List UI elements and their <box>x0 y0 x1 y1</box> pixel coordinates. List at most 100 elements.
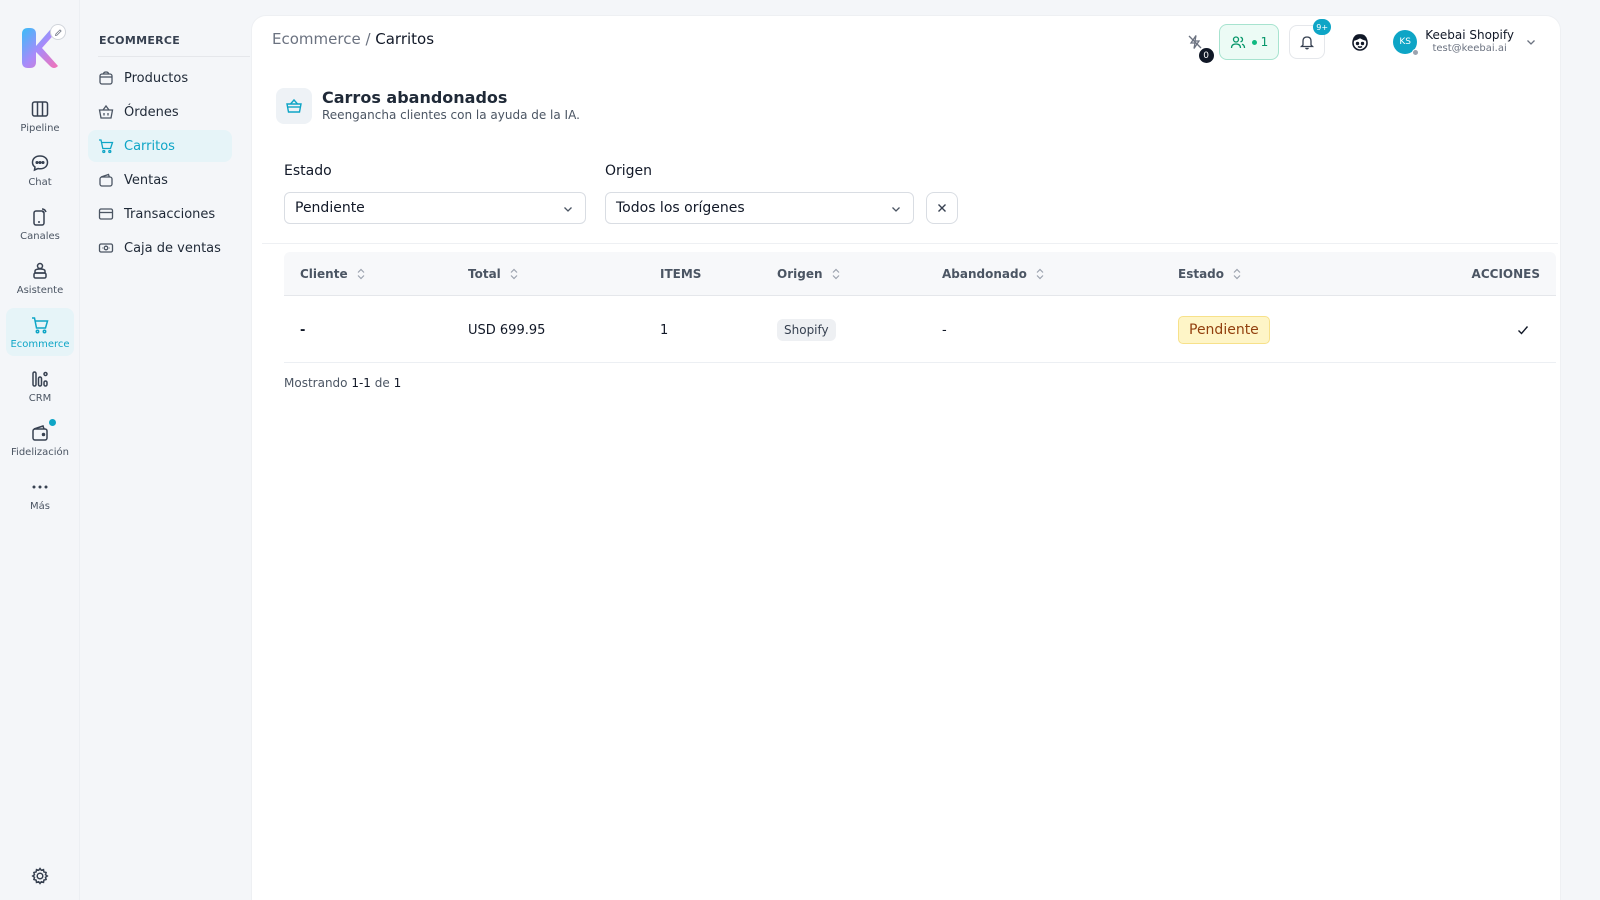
rail-item-canales[interactable]: Canales <box>6 200 74 248</box>
submenu-item-caja-de-ventas[interactable]: Caja de ventas <box>88 232 232 264</box>
rail-item-mas[interactable]: Más <box>6 470 74 518</box>
breadcrumb: Ecommerce / Carritos <box>272 30 434 48</box>
cell-items: 1 <box>660 322 669 338</box>
column-header-label: ACCIONES <box>1471 267 1540 281</box>
rail-item-fidelizacion[interactable]: Fidelización <box>6 416 74 464</box>
credit-card-icon <box>98 208 114 220</box>
rail-item-asistente[interactable]: Asistente <box>6 254 74 302</box>
table-header: Cliente Total ITEMS Origen Abandonado Es… <box>284 252 1556 296</box>
divider <box>98 56 250 57</box>
submenu-label: Carritos <box>124 138 175 154</box>
users-icon <box>1230 36 1245 49</box>
column-header-cliente[interactable]: Cliente <box>300 252 366 296</box>
rail-item-pipeline[interactable]: Pipeline <box>6 92 74 140</box>
column-header-label: Abandonado <box>942 267 1027 281</box>
wallet-icon <box>32 424 48 441</box>
rail-label: Pipeline <box>20 122 60 134</box>
online-users-count: 1 <box>1260 35 1269 49</box>
basket-icon <box>98 104 114 119</box>
flash-button[interactable]: 0 <box>1180 25 1214 63</box>
flash-off-icon <box>1188 35 1202 49</box>
presence-dot <box>1412 48 1420 56</box>
phone-signal-icon <box>33 207 47 226</box>
rail-label: Canales <box>20 230 60 242</box>
cash-icon <box>98 243 114 253</box>
bar-chart-icon <box>32 370 48 387</box>
column-header-label: Origen <box>777 267 823 281</box>
submenu-label: Ventas <box>124 172 168 188</box>
columns-icon <box>31 100 49 117</box>
cell-cliente: - <box>300 322 306 338</box>
submenu-item-ordenes[interactable]: Órdenes <box>88 96 232 128</box>
bag-icon <box>99 71 113 85</box>
table-row[interactable]: - USD 699.95 1 Shopify - Pendiente <box>284 297 1556 363</box>
face-icon[interactable] <box>1349 31 1371 53</box>
column-header-label: Cliente <box>300 267 348 281</box>
breadcrumb-separator: / <box>360 30 376 48</box>
assistant-icon <box>33 262 47 279</box>
flash-count-badge: 0 <box>1198 48 1214 63</box>
cell-estado: Pendiente <box>1178 297 1270 363</box>
cart-icon <box>99 139 114 154</box>
new-badge-dot <box>49 419 56 426</box>
pagination-total: 1 <box>393 376 402 390</box>
icon-rail: Pipeline Chat Canales Asistente Ecommerc… <box>0 0 80 900</box>
rail-label: Más <box>30 500 50 512</box>
online-dot <box>1251 39 1257 45</box>
bell-icon <box>1300 36 1315 50</box>
wallet-icon <box>99 173 113 187</box>
submenu-item-productos[interactable]: Productos <box>88 62 232 94</box>
rail-label: Ecommerce <box>10 338 70 350</box>
ecommerce-submenu: ECOMMERCE Productos Órdenes Carritos Ven… <box>80 0 252 900</box>
estado-select[interactable]: Pendiente <box>284 192 586 224</box>
close-icon <box>938 204 946 212</box>
notifications-badge: 9+ <box>1313 19 1332 35</box>
column-header-abandonado[interactable]: Abandonado <box>942 252 1045 296</box>
cart-icon <box>32 316 49 333</box>
rail-label: Chat <box>28 176 52 188</box>
user-email: test@keebai.ai <box>1432 43 1507 55</box>
rail-item-crm[interactable]: CRM <box>6 362 74 410</box>
chevron-down-icon <box>1527 40 1535 45</box>
origen-select[interactable]: Todos los orígenes <box>605 192 914 224</box>
column-header-items: ITEMS <box>660 252 701 296</box>
breadcrumb-parent[interactable]: Ecommerce <box>272 30 361 48</box>
page-subtitle: Reengancha clientes con la ayuda de la I… <box>322 108 580 122</box>
submenu-item-transacciones[interactable]: Transacciones <box>88 198 232 230</box>
user-menu[interactable]: KS Keebai Shopify test@keebai.ai <box>1393 29 1538 56</box>
estado-select-value: Pendiente <box>295 200 365 216</box>
submenu-item-ventas[interactable]: Ventas <box>88 164 232 196</box>
submenu-title: ECOMMERCE <box>99 34 181 47</box>
submenu-item-carritos[interactable]: Carritos <box>88 130 232 162</box>
sort-icon <box>1036 268 1044 280</box>
sort-icon <box>357 268 365 280</box>
main-panel: Ecommerce / Carritos 0 1 9+ KS Keebai Sh… <box>252 16 1560 900</box>
column-header-origen[interactable]: Origen <box>777 252 841 296</box>
rail-item-ecommerce[interactable]: Ecommerce <box>6 308 74 356</box>
rail-label: CRM <box>28 392 52 404</box>
avatar: KS <box>1393 29 1420 56</box>
column-header-total[interactable]: Total <box>468 252 519 296</box>
submenu-label: Caja de ventas <box>124 240 221 256</box>
edit-logo-icon[interactable] <box>50 24 66 40</box>
online-users-button[interactable]: 1 <box>1218 24 1280 60</box>
breadcrumb-current: Carritos <box>375 30 435 48</box>
submenu-label: Productos <box>124 70 189 86</box>
pagination-of: de <box>370 376 394 390</box>
pagination-prefix: Mostrando <box>284 376 352 390</box>
check-icon[interactable] <box>1516 323 1530 337</box>
settings-gear-icon[interactable] <box>30 866 50 886</box>
status-badge: Pendiente <box>1178 316 1270 344</box>
submenu-label: Transacciones <box>124 206 216 222</box>
rail-label: Asistente <box>16 284 64 296</box>
page-title: Carros abandonados <box>322 88 508 107</box>
clear-filters-button[interactable] <box>926 192 958 224</box>
avatar-initials: KS <box>1399 36 1412 47</box>
notifications-button[interactable]: 9+ <box>1289 19 1332 59</box>
sort-icon <box>1233 268 1241 280</box>
rail-item-chat[interactable]: Chat <box>6 146 74 194</box>
column-header-estado[interactable]: Estado <box>1178 252 1242 296</box>
column-header-acciones: ACCIONES <box>1472 252 1540 296</box>
pagination-summary: Mostrando 1-1 de 1 <box>284 376 401 390</box>
chevron-down-icon <box>564 207 572 212</box>
